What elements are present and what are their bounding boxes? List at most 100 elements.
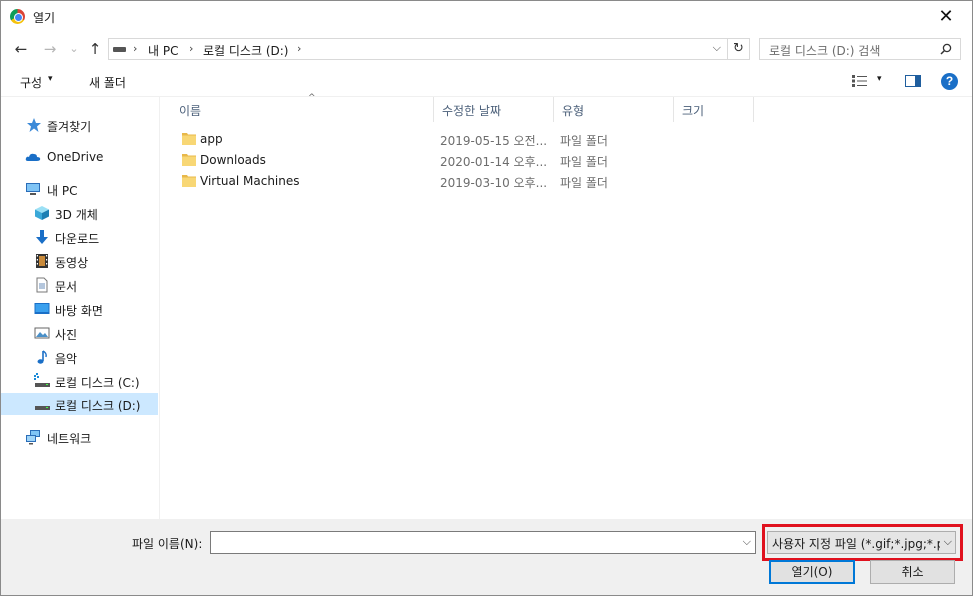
up-button[interactable]: ↑ xyxy=(86,40,104,58)
organize-caret-icon[interactable]: ▾ xyxy=(48,74,53,84)
back-button[interactable]: ← xyxy=(12,40,30,58)
refresh-button[interactable]: ↻ xyxy=(727,39,749,59)
drive-c-icon xyxy=(34,373,50,387)
address-dropdown-icon[interactable]: ⌵ xyxy=(713,41,721,55)
navigation-pane: 즐겨찾기 OneDrive 내 PC 3D 개체 다운로드 동영상 문서 바탕 … xyxy=(1,97,160,519)
file-name: Virtual Machines xyxy=(200,174,300,188)
help-icon[interactable]: ? xyxy=(941,73,958,90)
search-box[interactable]: 로컬 디스크 (D:) 검색 xyxy=(759,38,961,60)
chrome-app-icon xyxy=(10,9,25,24)
preview-pane-icon[interactable] xyxy=(905,75,921,87)
recent-locations-button[interactable]: ⌄ xyxy=(65,40,83,58)
column-header-label: 이름 xyxy=(179,104,202,118)
breadcrumb-separator[interactable]: › xyxy=(297,42,301,55)
breadcrumb-separator: › xyxy=(133,42,138,55)
file-type-filter-select[interactable]: 사용자 지정 파일 (*.gif;*.jpg;*.p ⌵ xyxy=(767,531,956,554)
cloud-icon xyxy=(25,153,41,161)
column-header-label: 수정한 날짜 xyxy=(442,104,502,118)
sidebar-item-favorites[interactable]: 즐겨찾기 xyxy=(1,114,158,136)
column-header-size[interactable]: 크기 xyxy=(674,97,754,122)
desktop-icon xyxy=(34,303,50,314)
computer-icon xyxy=(26,183,40,195)
sidebar-item-videos[interactable]: 동영상 xyxy=(1,250,158,272)
sidebar-item-pictures[interactable]: 사진 xyxy=(1,322,158,344)
sidebar-item-label: 네트워크 xyxy=(47,432,92,446)
view-caret-icon[interactable]: ▾ xyxy=(877,74,882,84)
folder-icon xyxy=(182,175,196,187)
file-row[interactable]: Virtual Machines 2019-03-10 오후... 파일 폴더 xyxy=(161,171,972,192)
open-file-dialog: 열기 ✕ ← → ⌄ ↑ › 내 PC › 로컬 디스크 (D:) › ⌵ ↻ … xyxy=(0,0,973,596)
view-options-icon[interactable] xyxy=(852,75,867,87)
file-modified: 2020-01-14 오후... xyxy=(440,155,548,169)
close-button[interactable]: ✕ xyxy=(926,3,966,31)
breadcrumb-separator: › xyxy=(189,42,194,55)
forward-button[interactable]: → xyxy=(41,40,59,58)
file-type: 파일 폴더 xyxy=(560,134,608,148)
sidebar-item-downloads[interactable]: 다운로드 xyxy=(1,226,158,248)
sidebar-item-label: 내 PC xyxy=(47,184,78,198)
sidebar-item-documents[interactable]: 문서 xyxy=(1,274,158,296)
search-input[interactable]: 로컬 디스크 (D:) 검색 xyxy=(769,42,880,59)
sidebar-item-this-pc[interactable]: 내 PC xyxy=(1,178,158,200)
folder-icon xyxy=(182,133,196,145)
download-icon xyxy=(36,230,48,244)
sidebar-item-label: 문서 xyxy=(55,280,78,294)
cancel-button[interactable]: 취소 xyxy=(870,560,955,584)
window-title: 열기 xyxy=(33,11,56,25)
toolbar: 구성 ▾ 새 폴더 ▾ ? xyxy=(1,66,972,97)
chevron-down-icon[interactable]: ⌵ xyxy=(944,535,952,549)
title-bar: 열기 ✕ xyxy=(1,1,972,32)
network-icon xyxy=(26,430,40,445)
sidebar-item-label: 사진 xyxy=(55,328,78,342)
column-header-name[interactable]: 이름 ^ xyxy=(171,93,434,122)
sidebar-item-onedrive[interactable]: OneDrive xyxy=(1,146,158,168)
sidebar-item-3d-objects[interactable]: 3D 개체 xyxy=(1,202,158,224)
column-header-label: 유형 xyxy=(562,104,585,118)
breadcrumb-drive-d[interactable]: 로컬 디스크 (D:) xyxy=(203,42,288,59)
sidebar-item-label: 즐겨찾기 xyxy=(47,120,92,134)
open-button[interactable]: 열기(O) xyxy=(769,560,855,584)
file-row[interactable]: app 2019-05-15 오전... 파일 폴더 xyxy=(161,129,972,150)
video-icon xyxy=(36,254,48,268)
sidebar-item-desktop[interactable]: 바탕 화면 xyxy=(1,298,158,320)
folder-icon xyxy=(182,154,196,166)
sidebar-item-label: 3D 개체 xyxy=(55,208,98,222)
column-header-modified[interactable]: 수정한 날짜 xyxy=(434,97,554,122)
sidebar-item-label: OneDrive xyxy=(47,150,104,164)
music-icon xyxy=(37,350,47,364)
sort-ascending-icon: ^ xyxy=(308,93,316,103)
sidebar-item-network[interactable]: 네트워크 xyxy=(1,426,158,448)
column-header-type[interactable]: 유형 xyxy=(554,97,674,122)
drive-icon xyxy=(113,47,126,52)
picture-icon xyxy=(34,327,50,339)
file-name: Downloads xyxy=(200,153,266,167)
sidebar-item-label: 다운로드 xyxy=(55,232,100,246)
document-icon xyxy=(36,277,48,293)
sidebar-item-label: 바탕 화면 xyxy=(55,304,103,318)
file-type: 파일 폴더 xyxy=(560,176,608,190)
sidebar-item-label: 로컬 디스크 (C:) xyxy=(55,376,140,390)
file-type-filter-value: 사용자 지정 파일 (*.gif;*.jpg;*.p xyxy=(772,537,940,551)
file-modified: 2019-05-15 오전... xyxy=(440,134,548,148)
search-icon[interactable] xyxy=(940,43,952,55)
sidebar-item-music[interactable]: 음악 xyxy=(1,346,158,368)
new-folder-button[interactable]: 새 폴더 xyxy=(89,74,126,91)
file-modified: 2019-03-10 오후... xyxy=(440,176,548,190)
file-list: 이름 ^ 수정한 날짜 유형 크기 app 2019-05-15 오전... 파… xyxy=(161,93,972,519)
cube-icon xyxy=(35,206,49,220)
file-row[interactable]: Downloads 2020-01-14 오후... 파일 폴더 xyxy=(161,150,972,171)
address-row: ← → ⌄ ↑ › 내 PC › 로컬 디스크 (D:) › ⌵ ↻ 로컬 디스… xyxy=(1,32,972,66)
file-type: 파일 폴더 xyxy=(560,155,608,169)
filename-field[interactable]: ⌵ xyxy=(210,531,756,554)
footer-panel: 파일 이름(N): ⌵ 사용자 지정 파일 (*.gif;*.jpg;*.p ⌵… xyxy=(1,519,972,595)
drive-d-icon xyxy=(35,406,50,410)
column-header-label: 크기 xyxy=(682,104,705,118)
star-icon xyxy=(27,118,41,132)
organize-button[interactable]: 구성 xyxy=(20,74,42,91)
breadcrumb-this-pc[interactable]: 내 PC xyxy=(148,42,178,59)
file-name: app xyxy=(200,132,223,146)
address-bar[interactable]: › 내 PC › 로컬 디스크 (D:) › ⌵ ↻ xyxy=(108,38,750,60)
sidebar-item-drive-d[interactable]: 로컬 디스크 (D:) xyxy=(1,393,158,415)
chevron-down-icon[interactable]: ⌵ xyxy=(743,535,751,549)
sidebar-item-drive-c[interactable]: 로컬 디스크 (C:) xyxy=(1,370,158,392)
